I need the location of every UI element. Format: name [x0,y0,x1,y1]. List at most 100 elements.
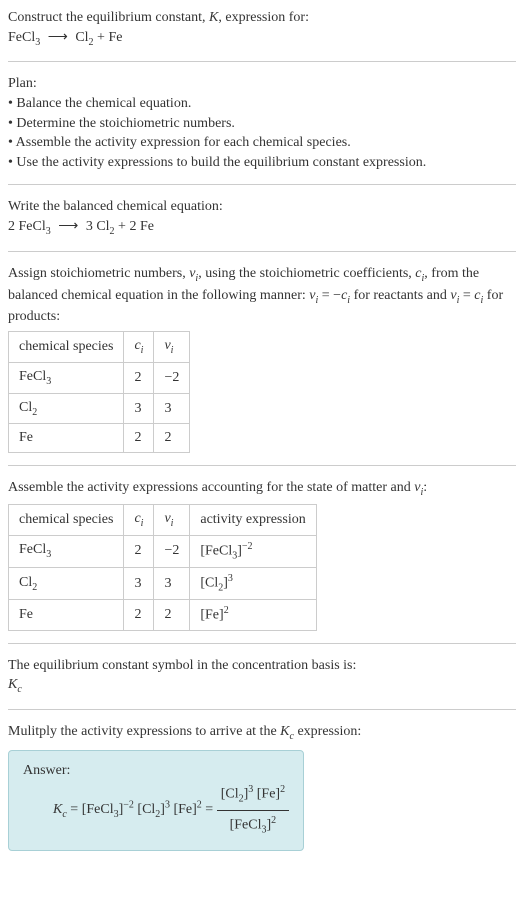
cell-nui: 2 [154,424,190,453]
cell-species: Fe [9,600,124,630]
text: [Fe] [253,787,280,802]
subscript: 3 [35,36,40,47]
stoich-table: chemical species ci νi FeCl3 2 −2 Cl2 3 … [8,331,190,453]
arrow-icon: ⟶ [58,217,78,237]
superscript: 2 [280,784,285,795]
superscript: 2 [224,605,229,616]
numerator: [Cl2]3 [Fe]2 [217,780,289,810]
text: = [459,288,474,303]
text: [Fe] [200,608,223,623]
symbol-text: The equilibrium constant symbol in the c… [8,656,516,676]
text: Cl [19,575,32,590]
divider [8,184,516,185]
cell-activity: [FeCl3]−2 [190,535,316,567]
plan-bullet: • Determine the stoichiometric numbers. [8,114,516,134]
text: [FeCl [82,803,114,818]
text: FeCl [19,542,46,557]
table-row: Cl2 3 3 [9,393,190,424]
text: [FeCl [230,818,262,833]
cell-species: Cl2 [9,567,124,599]
cell-species: Fe [9,424,124,453]
header-text-b: , expression for: [218,10,309,25]
divider [8,709,516,710]
text: Assemble the activity expressions accoun… [8,480,414,495]
cell-nui: 3 [154,393,190,424]
species: 3 Cl [86,219,110,234]
col-activity: activity expression [190,504,316,535]
table-row: Cl2 3 3 [Cl2]3 [9,567,317,599]
plan-title: Plan: [8,74,516,94]
subscript: 2 [32,406,37,417]
denominator: [FeCl3]2 [217,811,289,840]
equals: = [67,803,82,818]
text: [Fe] [173,803,196,818]
table-row: Fe 2 2 [9,424,190,453]
superscript: −2 [242,541,253,552]
cell-ci: 2 [124,600,154,630]
divider [8,643,516,644]
plan-bullet: • Use the activity expressions to build … [8,153,516,173]
table-row: FeCl3 2 −2 [9,362,190,393]
col-ci: ci [124,504,154,535]
subscript: c [17,684,21,695]
plan-bullet: • Assemble the activity expression for e… [8,133,516,153]
cell-nui: 3 [154,567,190,599]
superscript: 2 [271,815,276,826]
col-species: chemical species [9,504,124,535]
subscript: i [171,518,174,529]
header-text: Construct the equilibrium constant, [8,10,209,25]
text: , using the stoichiometric coefficients, [198,266,415,281]
cell-nui: 2 [154,600,190,630]
equation-unbalanced: FeCl3 ⟶ Cl2 + Fe [8,30,122,45]
activity-section: Assemble the activity expressions accoun… [8,478,516,631]
cell-species: FeCl3 [9,535,124,567]
answer-box: Answer: Kc = [FeCl3]−2 [Cl2]3 [Fe]2 = [C… [8,750,304,852]
species: FeCl [8,30,35,45]
text: Assign stoichiometric numbers, [8,266,189,281]
text: FeCl [19,369,46,384]
K-var: K [280,724,289,739]
K-var: K [53,803,62,818]
answer-label: Answer: [23,761,289,781]
table-header-row: chemical species ci νi activity expressi… [9,504,317,535]
subscript: 3 [46,549,51,560]
K-var: K [209,10,218,25]
col-nui: νi [154,331,190,362]
cell-ci: 2 [124,424,154,453]
table-header-row: chemical species ci νi [9,331,190,362]
text: [Cl [200,576,218,591]
col-ci: ci [124,331,154,362]
text: = − [318,288,341,303]
subscript: 3 [46,226,51,237]
subscript: i [141,518,144,529]
cell-nui: −2 [154,362,190,393]
text: Cl [19,400,32,415]
K-var: K [8,677,17,692]
divider [8,251,516,252]
species: Cl [75,30,88,45]
superscript: 3 [228,573,233,584]
cell-nui: −2 [154,535,190,567]
text: : [423,480,427,495]
subscript: i [141,345,144,356]
cell-activity: [Cl2]3 [190,567,316,599]
superscript: −2 [123,800,134,811]
table-row: Fe 2 2 [Fe]2 [9,600,317,630]
balanced-section: Write the balanced chemical equation: 2 … [8,197,516,238]
arrow-icon: ⟶ [48,28,68,48]
cell-ci: 3 [124,393,154,424]
cell-species: Cl2 [9,393,124,424]
text: for reactants and [350,288,450,303]
answer-equation: Kc = [FeCl3]−2 [Cl2]3 [Fe]2 = [Cl2]3 [Fe… [23,780,289,840]
cell-ci: 2 [124,362,154,393]
activity-table: chemical species ci νi activity expressi… [8,504,317,631]
text: [Cl [137,803,155,818]
header-section: Construct the equilibrium constant, K, e… [8,8,516,49]
col-nui: νi [154,504,190,535]
text: Mulitply the activity expressions to arr… [8,724,280,739]
text: [Cl [221,787,239,802]
plan-bullet: • Balance the chemical equation. [8,94,516,114]
symbol-section: The equilibrium constant symbol in the c… [8,656,516,697]
fraction: [Cl2]3 [Fe]2[FeCl3]2 [217,780,289,840]
cell-species: FeCl3 [9,362,124,393]
